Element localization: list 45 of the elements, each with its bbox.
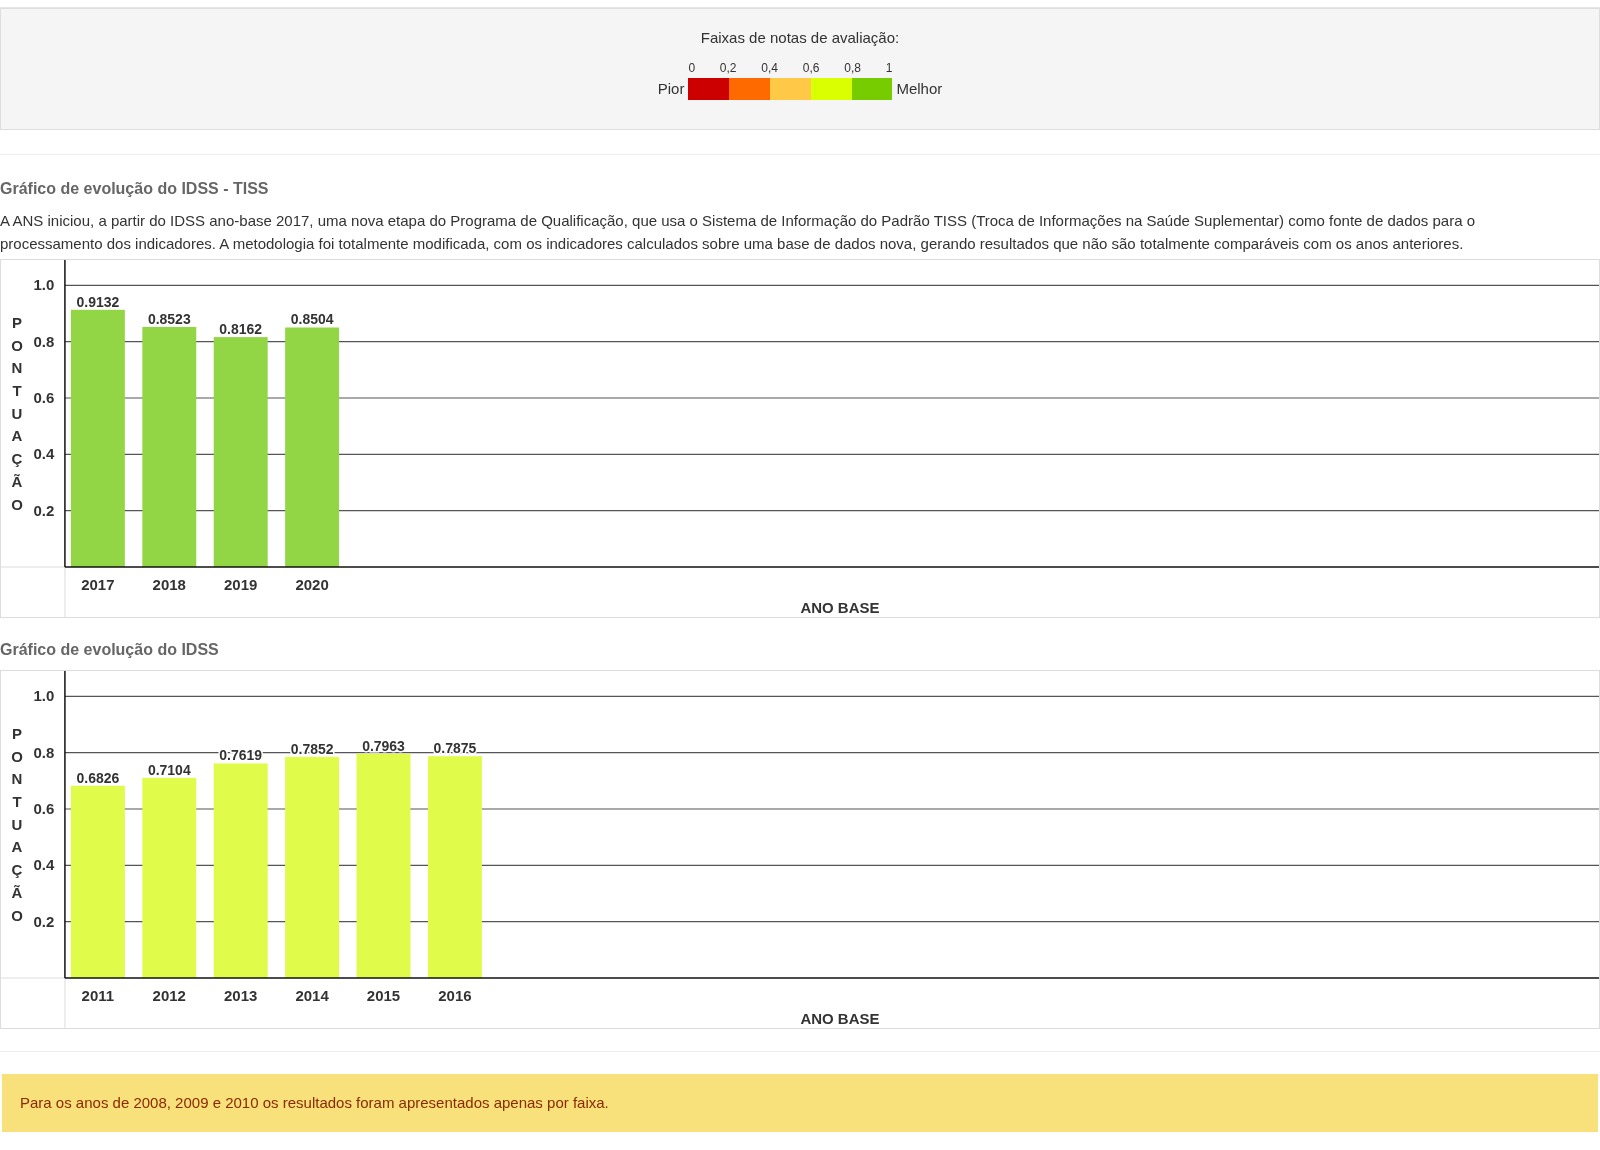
value-label: 0.7104 bbox=[147, 761, 191, 778]
y-tick-label: 0.2 bbox=[33, 501, 55, 519]
y-tick-label: 0.6 bbox=[33, 389, 55, 406]
value-label: 0.7963 bbox=[362, 737, 405, 754]
y-axis-title: PONTUAÇÃO bbox=[11, 725, 23, 924]
x-tick-label: 2012 bbox=[152, 987, 186, 1004]
value-label: 0.8162 bbox=[219, 321, 263, 338]
x-tick-label: 2017 bbox=[81, 576, 115, 593]
y-tick-label: 0.4 bbox=[33, 445, 55, 463]
best-label: Melhor bbox=[896, 78, 943, 99]
x-tick-label: 2016 bbox=[438, 987, 472, 1004]
value-label: 0.8504 bbox=[290, 311, 334, 328]
y-tick-label: 0.2 bbox=[33, 912, 55, 930]
section-title: Gráfico de evolução do IDSS bbox=[0, 640, 220, 660]
y-tick-label: 1.0 bbox=[33, 276, 55, 294]
y-axis-title: PONTUAÇÃO bbox=[11, 314, 23, 513]
legend-tick-label: 0,6 bbox=[802, 59, 820, 76]
y-tick-label: 0.8 bbox=[33, 332, 55, 350]
legend-tick-label: 0,4 bbox=[761, 59, 778, 76]
y-tick-label: 1.0 bbox=[33, 687, 55, 705]
notice-banner: Para os anos de 2008, 2009 e 2010 os resultados foram apresentados apenas por faixa. bbox=[2, 1074, 1598, 1132]
legend-tick-label: 0,2 bbox=[719, 59, 737, 76]
x-tick-label: 2015 bbox=[366, 987, 401, 1004]
legend-tick-label: 0 bbox=[688, 59, 696, 76]
section-title: Gráfico de evolução do IDSS - TISS bbox=[0, 179, 270, 199]
legend-title: Faixas de notas de avaliação: bbox=[700, 28, 900, 48]
y-tick-label: 0.4 bbox=[33, 856, 55, 874]
value-label: 0.8523 bbox=[147, 310, 191, 327]
value-label: 0.9132 bbox=[76, 293, 120, 310]
x-tick-label: 2019 bbox=[224, 576, 258, 593]
x-tick-label: 2013 bbox=[224, 987, 258, 1004]
x-tick-label: 2020 bbox=[295, 576, 329, 593]
y-tick-label: 0.8 bbox=[33, 743, 55, 761]
y-tick-label: 0.6 bbox=[33, 800, 55, 817]
legend-tick-label: 0,8 bbox=[844, 59, 861, 76]
x-tick-label: 2014 bbox=[295, 987, 329, 1004]
legend-tick-label: 1 bbox=[885, 59, 893, 76]
description-text: A ANS iniciou, a partir do IDSS ano-base 2017, uma nova etapa do Programa de Qualificação, que usa o Sistema de Informação do Padrão TISS (Troca de Informações na Saúde Suplementar) como fonte de dados para o processamento dos indicadores. A metodologia foi totalmente modificada, com os indicadores calculados sobre uma base de dados nova, gerando resultados que não são totalmente comparáveis com os anos anteriores. bbox=[0, 211, 1477, 254]
x-axis-title: ANO BASE bbox=[800, 599, 880, 616]
x-tick-label: 2018 bbox=[152, 576, 186, 593]
value-label: 0.7875 bbox=[433, 740, 477, 757]
value-label: 0.6826 bbox=[76, 769, 120, 786]
x-axis-title: ANO BASE bbox=[800, 1010, 880, 1027]
worst-label: Pior bbox=[657, 78, 685, 99]
x-tick-label: 2011 bbox=[81, 987, 115, 1004]
